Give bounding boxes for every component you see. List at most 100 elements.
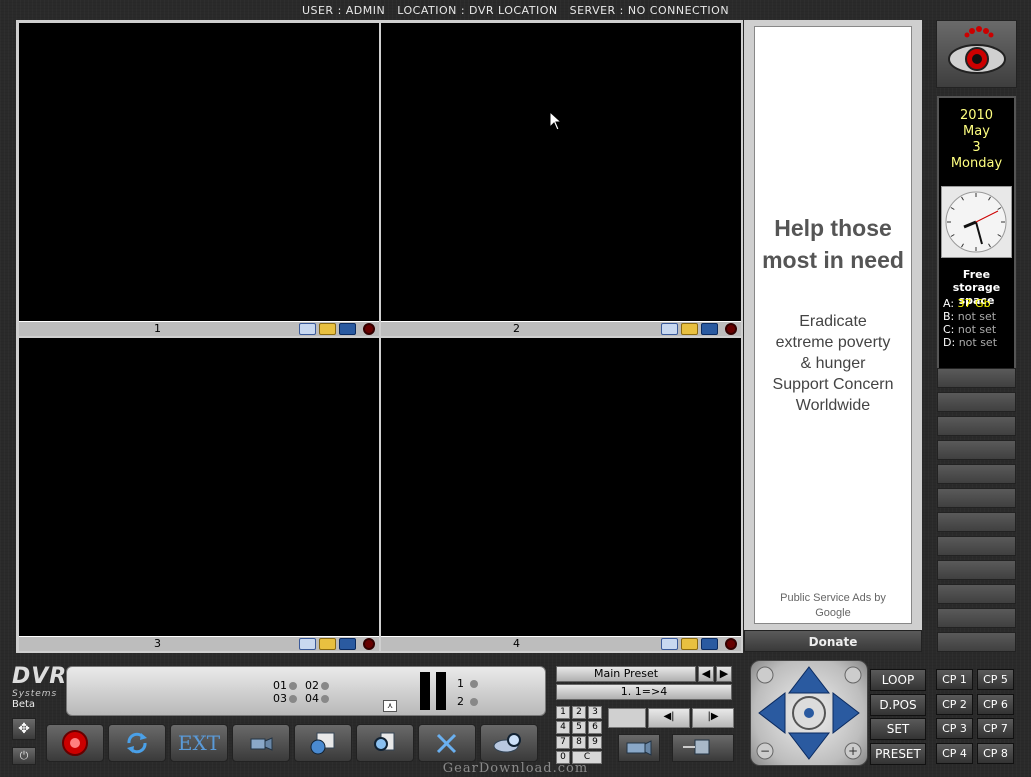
playback-search-button[interactable] [480, 724, 538, 762]
monitor-status: 1 [457, 677, 478, 690]
camera-number: 4 [513, 637, 520, 650]
folder-icon[interactable] [681, 638, 698, 650]
cp-button[interactable]: CP 7 [977, 718, 1014, 739]
prev-preset-icon[interactable]: ◀ [698, 666, 714, 682]
snapshot-icon[interactable] [339, 323, 356, 335]
tools-icon [436, 733, 457, 754]
zoom-icon[interactable] [299, 323, 316, 335]
cp-button[interactable]: CP 2 [936, 694, 973, 715]
ptz-up-icon[interactable] [787, 666, 831, 694]
watermark: GearDownload.com [442, 761, 589, 776]
cp-button[interactable]: CP 6 [977, 694, 1014, 715]
numpad: 1 2 3 4 5 6 7 8 9 0 C [556, 706, 602, 764]
numpad-key[interactable]: 6 [588, 721, 602, 734]
ad-panel: Help those most in need Eradicate extrem… [744, 20, 922, 630]
snapshot-icon[interactable] [701, 323, 718, 335]
camera-bar-4: 4 [381, 636, 741, 651]
record-icon[interactable] [725, 323, 737, 335]
empty-slot[interactable] [937, 368, 1016, 388]
date-display: 2010 May 3 Monday [939, 108, 1014, 172]
empty-slot[interactable] [937, 536, 1016, 556]
numpad-key[interactable]: 2 [572, 706, 586, 719]
control-panel: DVR Systems Beta ✥ ⏻ 01 02 03 04 ⋏ 1 2 E… [8, 660, 1024, 770]
folder-icon[interactable] [319, 638, 336, 650]
numpad-key[interactable]: 1 [556, 706, 570, 719]
network-button[interactable] [672, 734, 734, 762]
camera-icon [250, 737, 273, 751]
camera-bar-3: 3 [19, 636, 379, 651]
empty-slot[interactable] [937, 584, 1016, 604]
drive-list: A: 37 Gb B: not set C: not set D: not se… [943, 297, 997, 349]
search-document-icon [374, 732, 395, 751]
donate-button[interactable]: Donate [744, 630, 922, 652]
camera-view-2[interactable] [381, 23, 741, 321]
zoom-in-icon[interactable] [756, 666, 774, 684]
numpad-key[interactable]: 3 [588, 706, 602, 719]
set-button[interactable]: SET [870, 718, 926, 740]
camera-settings-button[interactable] [232, 724, 290, 762]
cp-button[interactable]: CP 3 [936, 718, 973, 739]
record-icon[interactable] [363, 638, 375, 650]
cp-button[interactable]: CP 5 [977, 669, 1014, 690]
folder-icon[interactable] [319, 323, 336, 335]
right-panel: 2010 May 3 Monday Free storage space A: … [934, 18, 1019, 654]
eye-icon [948, 26, 1006, 74]
camera-view-1[interactable] [19, 23, 379, 321]
zoom-icon[interactable] [299, 638, 316, 650]
location-label: LOCATION : DVR LOCATION [397, 4, 558, 17]
move-icon[interactable]: ✥ [12, 718, 36, 740]
clock-icon [945, 191, 1007, 253]
step-forward-icon[interactable]: |▶ [692, 708, 734, 728]
numpad-key[interactable]: 8 [572, 736, 586, 749]
calendar-clock-icon [310, 732, 335, 755]
empty-slot[interactable] [937, 440, 1016, 460]
numpad-key[interactable]: 4 [556, 721, 570, 734]
ptz-left-icon[interactable] [758, 691, 786, 735]
tools-button[interactable] [418, 724, 476, 762]
chart-icon[interactable]: ⋏ [383, 700, 397, 712]
preset-name[interactable]: Main Preset [556, 666, 696, 682]
empty-slot[interactable] [937, 464, 1016, 484]
numpad-key[interactable]: 7 [556, 736, 570, 749]
empty-slot[interactable] [937, 488, 1016, 508]
ad-attribution[interactable]: Public Service Ads by Google [755, 591, 911, 621]
empty-slot[interactable] [937, 632, 1016, 652]
ptz-camera-button[interactable] [618, 734, 660, 762]
loop-button[interactable]: LOOP [870, 669, 926, 691]
empty-slot[interactable] [937, 416, 1016, 436]
preset-field[interactable] [608, 708, 646, 728]
next-preset-icon[interactable]: ▶ [716, 666, 732, 682]
numpad-key[interactable]: 9 [588, 736, 602, 749]
refresh-button[interactable] [108, 724, 166, 762]
ptz-right-icon[interactable] [832, 691, 860, 735]
search-button[interactable] [356, 724, 414, 762]
channel-status: 01 [273, 679, 297, 692]
cp-button[interactable]: CP 1 [936, 669, 973, 690]
empty-slot[interactable] [937, 608, 1016, 628]
camera-view-3[interactable] [19, 338, 379, 636]
empty-slot[interactable] [937, 512, 1016, 532]
schedule-button[interactable] [294, 724, 352, 762]
drive-row: A: 37 Gb [943, 297, 991, 310]
empty-slot[interactable] [937, 392, 1016, 412]
numpad-key[interactable]: 5 [572, 721, 586, 734]
ptz-down-icon[interactable] [787, 732, 831, 760]
zoom-icon[interactable] [661, 323, 678, 335]
level-bar-1 [420, 672, 430, 710]
snapshot-icon[interactable] [701, 638, 718, 650]
ext-button[interactable]: EXT [170, 724, 228, 762]
snapshot-icon[interactable] [339, 638, 356, 650]
record-icon[interactable] [363, 323, 375, 335]
zoom-icon[interactable] [661, 638, 678, 650]
record-button[interactable] [46, 724, 104, 762]
ad-content[interactable]: Help those most in need Eradicate extrem… [754, 26, 912, 624]
drive-row: D: not set [943, 336, 998, 349]
camera-view-4[interactable] [381, 338, 741, 636]
focus-icon[interactable] [844, 666, 862, 684]
record-icon[interactable] [725, 638, 737, 650]
step-back-icon[interactable]: ◀| [648, 708, 690, 728]
empty-slot[interactable] [937, 560, 1016, 580]
dpos-button[interactable]: D.POS [870, 694, 926, 716]
weekday: Monday [950, 156, 1003, 171]
folder-icon[interactable] [681, 323, 698, 335]
